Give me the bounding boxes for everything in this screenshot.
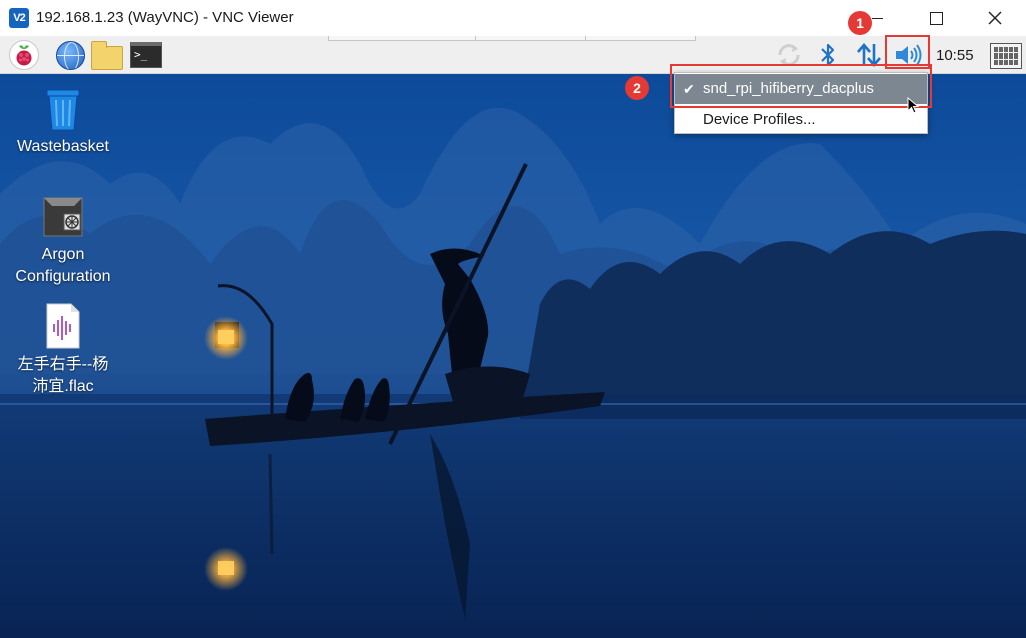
terminal-icon: >_	[130, 42, 162, 68]
desktop-item-flac-file[interactable]: 左手右手--杨 沛宜.flac	[8, 302, 118, 398]
desktop-wallpaper	[0, 74, 1026, 638]
vnc-viewer-app-icon: V2	[9, 8, 29, 28]
menu-item-label: Device Profiles...	[703, 111, 816, 128]
terminal-button[interactable]: >_	[130, 39, 162, 71]
desktop-item-label: Wastebasket	[17, 138, 109, 155]
desktop-item-argon-configuration[interactable]: Argon Configuration	[8, 194, 118, 288]
annotation-badge-1: 1	[848, 11, 872, 35]
web-browser-button[interactable]	[54, 39, 86, 71]
desktop-item-label: Argon Configuration	[15, 246, 111, 285]
maximize-button[interactable]	[906, 0, 964, 36]
window-titlebar: V2 192.168.1.23 (WayVNC) - VNC Viewer	[0, 0, 1026, 36]
wastebasket-icon	[46, 89, 80, 131]
raspberry-menu-icon	[9, 40, 39, 70]
annotation-badge-2: 2	[625, 76, 649, 100]
web-browser-icon	[55, 40, 85, 70]
menu-item-device-profiles[interactable]: Device Profiles...	[675, 105, 927, 135]
annotation-highlight-menu-item	[670, 64, 932, 108]
mouse-cursor-icon	[907, 97, 920, 114]
close-icon	[988, 11, 1002, 25]
desktop-item-wastebasket[interactable]: Wastebasket	[8, 86, 118, 158]
desktop: Wastebasket Argon Configuration 左手右手--杨 …	[0, 74, 1026, 638]
desktop-item-label: 左手右手--杨 沛宜.flac	[17, 356, 109, 395]
keyboard-icon[interactable]	[990, 43, 1022, 69]
close-button[interactable]	[966, 0, 1024, 36]
window-title: 192.168.1.23 (WayVNC) - VNC Viewer	[36, 9, 294, 26]
panel-taskbar-strip	[328, 36, 696, 41]
argon-config-icon	[43, 197, 83, 237]
panel-clock[interactable]: 10:55	[936, 47, 974, 64]
raspberry-menu-button[interactable]	[8, 39, 40, 71]
audio-file-icon	[46, 303, 80, 349]
file-manager-icon	[91, 41, 123, 70]
file-manager-button[interactable]	[91, 39, 123, 71]
